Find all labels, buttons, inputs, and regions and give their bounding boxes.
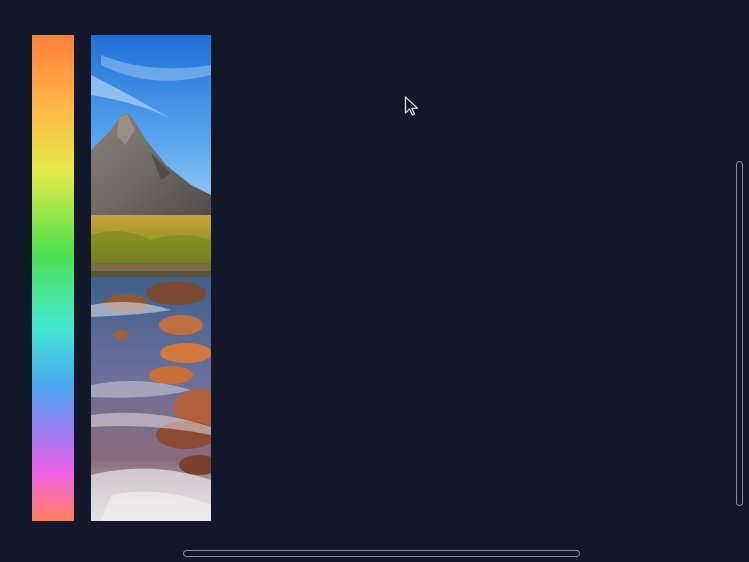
hue-gradient-strip[interactable] bbox=[32, 35, 74, 521]
canvas-area bbox=[0, 0, 749, 562]
horizontal-scrollbar[interactable] bbox=[183, 550, 580, 557]
vertical-scrollbar[interactable] bbox=[736, 161, 743, 506]
arrow-cursor-icon bbox=[404, 96, 419, 116]
landscape-photo[interactable] bbox=[91, 35, 211, 521]
